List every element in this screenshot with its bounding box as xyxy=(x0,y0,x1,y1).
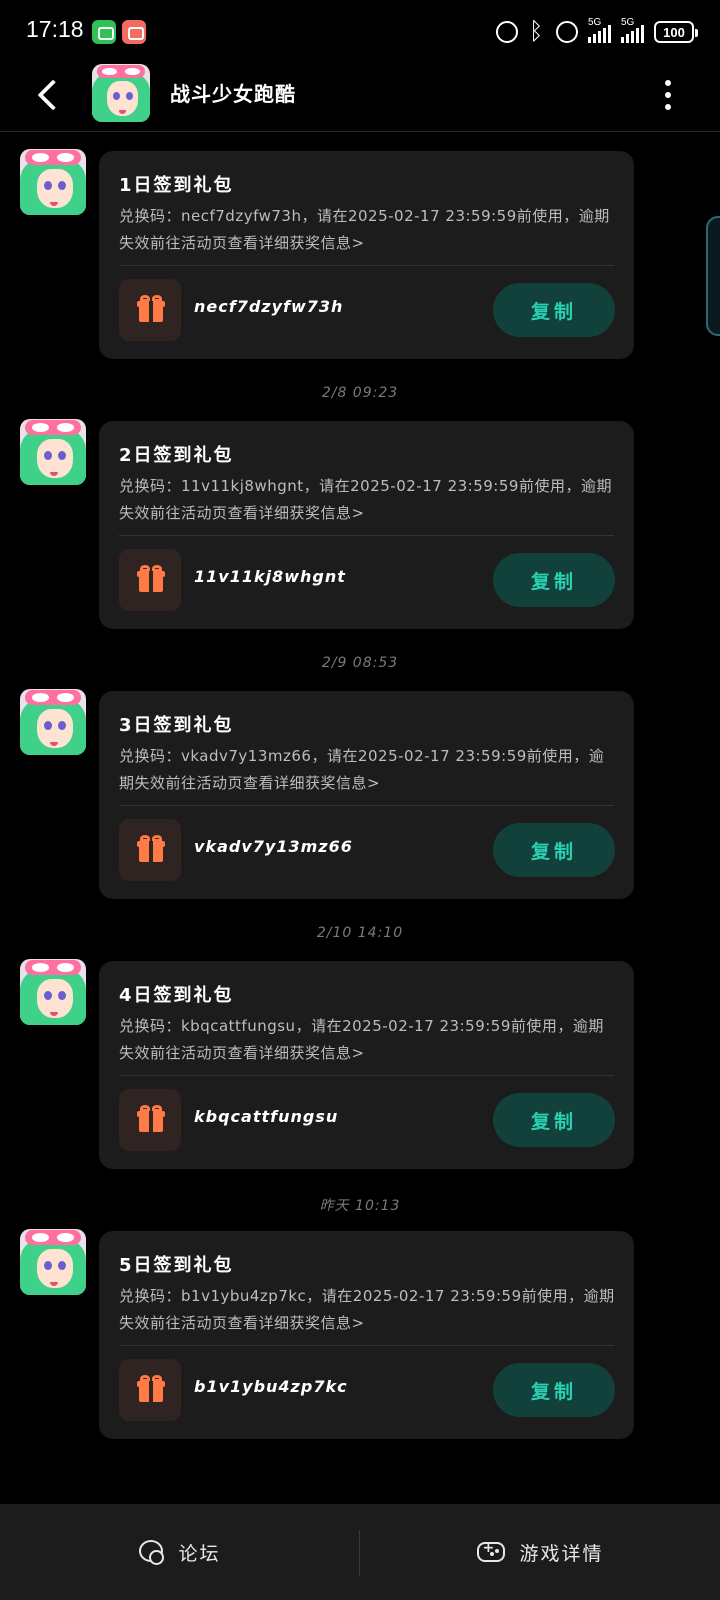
message-timestamp: 2/8 09:23 xyxy=(321,385,399,401)
gift-tile xyxy=(119,1089,181,1151)
gift-icon xyxy=(137,565,165,593)
copy-button[interactable]: 复制 xyxy=(493,553,615,607)
gift-description-link[interactable]: 兑换码：vkadv7y13mz66，请在2025-02-17 23:59:59前… xyxy=(119,743,615,797)
gift-title: 1日签到礼包 xyxy=(119,175,234,196)
gift-message-card: 5日签到礼包 兑换码：b1v1ybu4zp7kc，请在2025-02-17 23… xyxy=(99,1231,634,1439)
gift-icon xyxy=(137,1105,165,1133)
alarm-icon xyxy=(556,21,578,43)
status-time: 17:18 xyxy=(26,16,84,42)
more-options-button[interactable] xyxy=(656,78,680,114)
game-avatar[interactable] xyxy=(92,64,150,122)
bottom-bar: 论坛 游戏详情 xyxy=(0,1504,720,1600)
gift-tile xyxy=(119,819,181,881)
copy-button[interactable]: 复制 xyxy=(493,1093,615,1147)
gift-title: 5日签到礼包 xyxy=(119,1255,234,1276)
gift-title: 3日签到礼包 xyxy=(119,715,234,736)
sender-avatar[interactable] xyxy=(20,689,86,755)
gift-message-card: 1日签到礼包 兑换码：necf7dzyfw73h，请在2025-02-17 23… xyxy=(99,151,634,359)
gamepad-icon xyxy=(477,1540,506,1562)
gift-message-card: 4日签到礼包 兑换码：kbqcattfungsu，请在2025-02-17 23… xyxy=(99,961,634,1169)
bluetooth-icon xyxy=(528,17,546,45)
divider xyxy=(119,535,614,536)
gift-title: 4日签到礼包 xyxy=(119,985,234,1006)
forum-label: 论坛 xyxy=(178,1542,221,1565)
battery-icon: 100 xyxy=(654,21,698,43)
divider xyxy=(119,1345,614,1346)
copy-button[interactable]: 复制 xyxy=(493,823,615,877)
divider xyxy=(359,1530,360,1576)
gift-tile xyxy=(119,279,181,341)
side-drag-handle[interactable] xyxy=(706,216,720,336)
message-notification-icon xyxy=(92,20,116,44)
status-bar: 17:18 5G 5G 100 xyxy=(0,0,720,62)
hotspot-icon xyxy=(496,21,518,43)
message-timestamp: 昨天 10:13 xyxy=(319,1198,401,1214)
forum-icon xyxy=(138,1539,165,1565)
chat-header: 战斗少女跑酷 xyxy=(0,62,720,132)
gift-title: 2日签到礼包 xyxy=(119,445,234,466)
page-title: 战斗少女跑酷 xyxy=(170,82,296,106)
divider xyxy=(119,805,614,806)
gift-icon xyxy=(137,1375,165,1403)
gift-tile xyxy=(119,549,181,611)
copy-button[interactable]: 复制 xyxy=(493,1363,615,1417)
status-icons: 5G 5G 100 xyxy=(496,17,698,46)
calendar-notification-icon xyxy=(122,20,146,44)
sender-avatar[interactable] xyxy=(20,419,86,485)
game-details-label: 游戏详情 xyxy=(519,1542,604,1565)
redeem-code: b1v1ybu4zp7kc xyxy=(194,1377,348,1396)
gift-description-link[interactable]: 兑换码：11v11kj8whgnt，请在2025-02-17 23:59:59前… xyxy=(119,473,615,527)
game-details-button[interactable]: 游戏详情 xyxy=(361,1504,720,1600)
network-type-1: 5G xyxy=(588,17,602,28)
gift-icon xyxy=(137,295,165,323)
gift-description-link[interactable]: 兑换码：b1v1ybu4zp7kc，请在2025-02-17 23:59:59前… xyxy=(119,1283,615,1337)
redeem-code: vkadv7y13mz66 xyxy=(194,837,353,856)
sender-avatar[interactable] xyxy=(20,149,86,215)
sender-avatar[interactable] xyxy=(20,959,86,1025)
gift-message-card: 2日签到礼包 兑换码：11v11kj8whgnt，请在2025-02-17 23… xyxy=(99,421,634,629)
sender-avatar[interactable] xyxy=(20,1229,86,1295)
gift-icon xyxy=(137,835,165,863)
redeem-code: kbqcattfungsu xyxy=(194,1107,339,1126)
network-type-2: 5G xyxy=(621,17,635,28)
message-timestamp: 2/9 08:53 xyxy=(321,655,399,671)
forum-button[interactable]: 论坛 xyxy=(0,1504,359,1600)
signal-icon-1: 5G xyxy=(588,17,611,43)
back-button[interactable] xyxy=(30,76,70,116)
gift-tile xyxy=(119,1359,181,1421)
copy-button[interactable]: 复制 xyxy=(493,283,615,337)
gift-description-link[interactable]: 兑换码：kbqcattfungsu，请在2025-02-17 23:59:59前… xyxy=(119,1013,615,1067)
redeem-code: necf7dzyfw73h xyxy=(194,297,344,316)
redeem-code: 11v11kj8whgnt xyxy=(194,567,346,586)
signal-icon-2: 5G xyxy=(621,17,644,43)
divider xyxy=(119,265,614,266)
divider xyxy=(119,1075,614,1076)
gift-description-link[interactable]: 兑换码：necf7dzyfw73h，请在2025-02-17 23:59:59前… xyxy=(119,203,615,257)
gift-message-card: 3日签到礼包 兑换码：vkadv7y13mz66，请在2025-02-17 23… xyxy=(99,691,634,899)
message-timestamp: 2/10 14:10 xyxy=(316,925,404,941)
